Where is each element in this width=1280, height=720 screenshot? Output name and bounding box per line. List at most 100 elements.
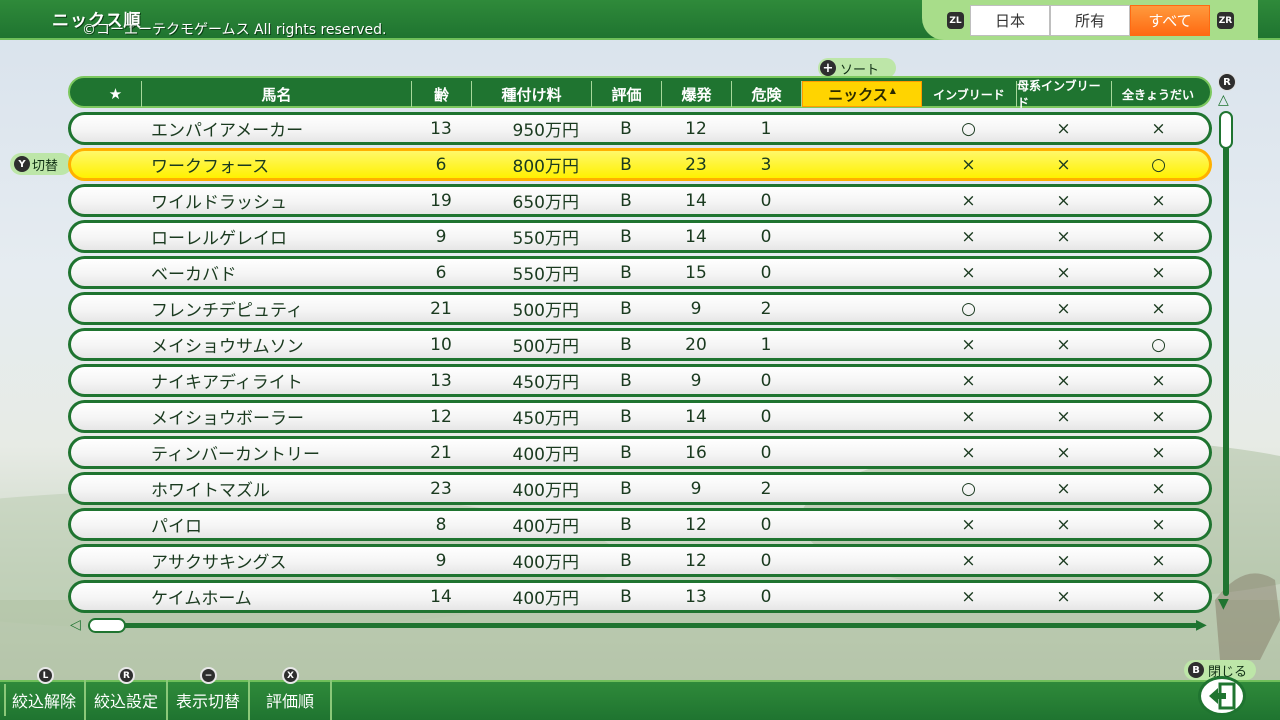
cell-horse-name: ティンバーカントリー [151, 445, 320, 465]
table-row[interactable]: ティンバーカントリー 21 400万円 B 16 0 × × × [68, 436, 1212, 469]
cell-inbreed: × [961, 406, 976, 427]
cell-stud-fee: 450万円 [512, 409, 579, 429]
table-row-selected[interactable]: ワークフォース 6 800万円 B 23 3 × × ○ [68, 148, 1212, 181]
table-row[interactable]: ホワイトマズル 23 400万円 B 9 2 ○ × × [68, 472, 1212, 505]
sort-by-grade-button[interactable]: 評価順 [250, 680, 332, 720]
tab-owned[interactable]: 所有 [1050, 5, 1130, 36]
cell-full-siblings: × [1151, 370, 1166, 391]
column-nicks-label: ニックス [828, 85, 888, 104]
zr-button-icon: ZR [1217, 12, 1234, 29]
cell-inbreed: ○ [961, 118, 976, 139]
table-row[interactable]: ワイルドラッシュ 19 650万円 B 14 0 × × × [68, 184, 1212, 217]
column-favorite[interactable]: ★ [90, 81, 142, 107]
table-row[interactable]: ナイキアディライト 13 450万円 B 9 0 × × × [68, 364, 1212, 397]
tab-japan[interactable]: 日本 [970, 5, 1050, 36]
scroll-left-icon[interactable]: ◁ [70, 618, 81, 632]
cell-stud-fee: 500万円 [512, 301, 579, 321]
column-inbreed[interactable]: インブリード [922, 81, 1017, 107]
cell-maternal-inbreed: × [1056, 262, 1071, 283]
cell-inbreed: × [961, 370, 976, 391]
cell-age: 8 [435, 514, 447, 535]
clear-filter-button[interactable]: 絞込解除 [4, 680, 86, 720]
cell-age: 21 [430, 442, 452, 463]
column-stud-fee[interactable]: 種付け料 [472, 81, 592, 107]
cell-horse-name: パイロ [151, 517, 202, 537]
cell-maternal-inbreed: × [1056, 478, 1071, 499]
cell-maternal-inbreed: × [1056, 514, 1071, 535]
table-row[interactable]: エンパイアメーカー 13 950万円 B 12 1 ○ × × [68, 112, 1212, 145]
toggle-display-button[interactable]: 表示切替 [168, 680, 250, 720]
exit-icon [1209, 682, 1236, 710]
filter-settings-button[interactable]: 絞込設定 [86, 680, 168, 720]
sort-hint-label: ソート [840, 62, 880, 78]
copyright-text: ©コーエーテクモゲームス All rights reserved. [82, 22, 387, 38]
cell-stud-fee: 450万円 [512, 373, 579, 393]
switch-hint-label: 切替 [32, 158, 59, 174]
cell-stud-fee: 650万円 [512, 193, 579, 213]
scroll-down-icon[interactable]: ▼ [1218, 597, 1229, 611]
cell-danger: 2 [760, 478, 772, 499]
column-maternal-inbreed[interactable]: 母系インブリード [1017, 79, 1112, 110]
cell-stud-fee: 400万円 [512, 445, 579, 465]
cell-horse-name: フレンチデピュティ [151, 301, 303, 321]
column-age[interactable]: 齢 [412, 81, 472, 107]
tab-all[interactable]: すべて [1130, 5, 1210, 36]
sort-hint[interactable]: + ソート [818, 58, 896, 78]
column-danger[interactable]: 危険 [732, 81, 802, 107]
column-nicks[interactable]: ニックス ▲ [802, 81, 922, 107]
cell-inbreed: × [961, 262, 976, 283]
exit-button[interactable] [1198, 676, 1246, 716]
cell-inbreed: × [961, 586, 976, 607]
cell-full-siblings: × [1151, 550, 1166, 571]
table-row[interactable]: ケイムホーム 14 400万円 B 13 0 × × × [68, 580, 1212, 613]
table-row[interactable]: ローレルゲレイロ 9 550万円 B 14 0 × × × [68, 220, 1212, 253]
column-burst[interactable]: 爆発 [662, 81, 732, 107]
horizontal-scroll-thumb[interactable] [88, 618, 126, 633]
switch-hint[interactable]: Y 切替 [10, 153, 72, 175]
column-horse-name[interactable]: 馬名 [142, 81, 412, 107]
cell-grade: B [620, 334, 632, 355]
column-grade[interactable]: 評価 [592, 81, 662, 107]
cell-maternal-inbreed: × [1056, 406, 1071, 427]
cell-inbreed: × [961, 442, 976, 463]
table-row-body: メイショウサムソン 10 500万円 B 20 1 × × ○ [71, 331, 1209, 358]
cell-burst: 14 [685, 190, 707, 211]
table-row-body: パイロ 8 400万円 B 12 0 × × × [71, 511, 1209, 538]
table-row[interactable]: メイショウボーラー 12 450万円 B 14 0 × × × [68, 400, 1212, 433]
cell-stud-fee: 400万円 [512, 517, 579, 537]
table-row-body: アサクサキングス 9 400万円 B 12 0 × × × [71, 547, 1209, 574]
column-full-siblings[interactable]: 全きょうだい [1112, 81, 1204, 107]
table-row[interactable]: パイロ 8 400万円 B 12 0 × × × [68, 508, 1212, 541]
horizontal-scroll-track[interactable] [90, 623, 1198, 628]
scroll-right-icon[interactable]: ▶ [1196, 618, 1207, 632]
cell-maternal-inbreed: × [1056, 550, 1071, 571]
table-row[interactable]: メイショウサムソン 10 500万円 B 20 1 × × ○ [68, 328, 1212, 361]
cell-grade: B [620, 442, 632, 463]
cell-burst: 9 [690, 298, 702, 319]
cell-age: 9 [435, 226, 447, 247]
table-row[interactable]: アサクサキングス 9 400万円 B 12 0 × × × [68, 544, 1212, 577]
cell-horse-name: アサクサキングス [151, 553, 287, 573]
cell-burst: 23 [685, 154, 707, 175]
vertical-scroll-track[interactable] [1223, 112, 1229, 596]
scroll-up-icon[interactable]: △ [1218, 93, 1229, 107]
cell-danger: 3 [760, 154, 772, 175]
cell-age: 14 [430, 586, 452, 607]
cell-full-siblings: ○ [1151, 334, 1166, 355]
b-button-icon: B [1188, 662, 1204, 678]
cell-stud-fee: 800万円 [512, 157, 579, 177]
cell-grade: B [620, 154, 632, 175]
table-row-body: エンパイアメーカー 13 950万円 B 12 1 ○ × × [71, 115, 1209, 142]
sort-ascending-icon: ▲ [889, 85, 896, 95]
cell-grade: B [620, 586, 632, 607]
zl-button-icon: ZL [947, 12, 964, 29]
table-row-body: ティンバーカントリー 21 400万円 B 16 0 × × × [71, 439, 1209, 466]
table-row[interactable]: ベーカバド 6 550万円 B 15 0 × × × [68, 256, 1212, 289]
cell-full-siblings: × [1151, 514, 1166, 535]
table-row[interactable]: フレンチデピュティ 21 500万円 B 9 2 ○ × × [68, 292, 1212, 325]
cell-full-siblings: ○ [1151, 154, 1166, 175]
table-row-body: メイショウボーラー 12 450万円 B 14 0 × × × [71, 403, 1209, 430]
vertical-scroll-thumb[interactable] [1219, 111, 1233, 149]
cell-danger: 0 [760, 550, 772, 571]
cell-horse-name: ローレルゲレイロ [151, 229, 287, 249]
